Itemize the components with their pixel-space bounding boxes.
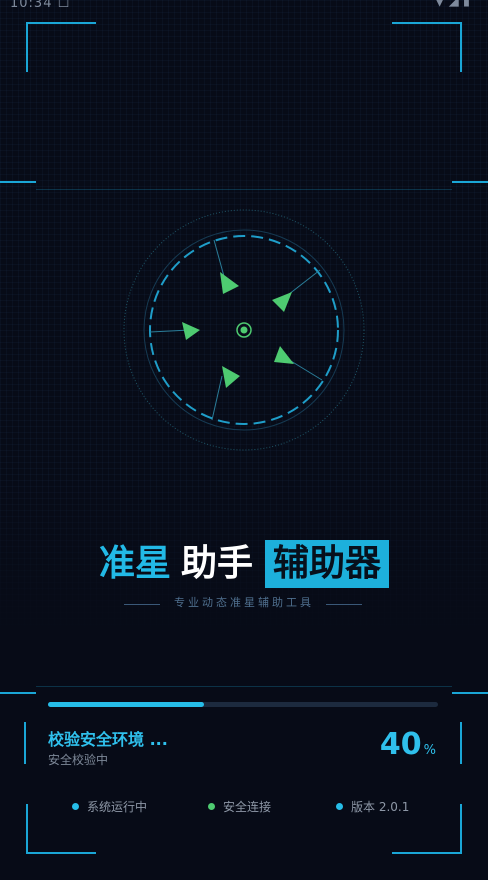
panel-bracket-right [460, 722, 462, 764]
divider-line [36, 686, 452, 687]
title-part-3: 辅助器 [265, 540, 390, 588]
subtitle: 专业动态准星辅助工具 [174, 596, 314, 609]
status-text: 校验安全环境 ... [48, 730, 168, 749]
frame-corner-top-right [402, 22, 462, 72]
target-arrow-icon [272, 292, 292, 312]
progress-fill [48, 702, 204, 707]
frame-corner-top-left [26, 22, 86, 72]
progress-bar [48, 702, 438, 707]
frame-tick [86, 852, 96, 854]
progress-percent: 40% [380, 726, 436, 770]
radar-line [211, 375, 223, 421]
frame-tick [392, 852, 402, 854]
radar-line [213, 239, 226, 281]
percent-value: 40 [379, 727, 422, 762]
status-dot-icon [208, 803, 215, 810]
status-subtext: 安全校验中 [48, 753, 109, 767]
status-dot-icon [72, 803, 79, 810]
info-running: 系统运行中 [72, 798, 147, 815]
app-title: 准星 助手 辅助器 [0, 538, 488, 590]
panel-bracket-left [24, 722, 26, 764]
target-arrow-icon [274, 346, 294, 364]
divider-line [36, 189, 452, 190]
frame-side-accent [452, 692, 488, 694]
target-arrow-icon [182, 322, 200, 340]
status-time: 10:34 ☐ [10, 0, 71, 11]
percent-sign: % [423, 743, 436, 758]
target-arrow-icon [220, 272, 239, 294]
frame-side-accent [0, 692, 36, 694]
title-part-1: 准星 [98, 543, 171, 584]
status-dot-icon [336, 803, 343, 810]
center-dot-icon [240, 326, 248, 334]
target-arrow-icon [222, 366, 240, 388]
info-version: 版本 2.0.1 [336, 798, 409, 815]
frame-corner-bottom-right [402, 804, 462, 854]
frame-tick [392, 22, 402, 24]
title-part-2: 助手 [180, 543, 253, 584]
frame-side-accent [452, 181, 488, 183]
frame-side-accent [0, 181, 36, 183]
status-icons: ▼ ◢ ▮ [434, 0, 470, 9]
info-secure: 安全连接 [208, 798, 271, 815]
frame-tick [86, 22, 96, 24]
info-version-label: 版本 2.0.1 [351, 800, 410, 814]
crosshair-radar [123, 209, 365, 451]
info-running-label: 系统运行中 [87, 800, 148, 814]
info-secure-label: 安全连接 [223, 800, 272, 814]
